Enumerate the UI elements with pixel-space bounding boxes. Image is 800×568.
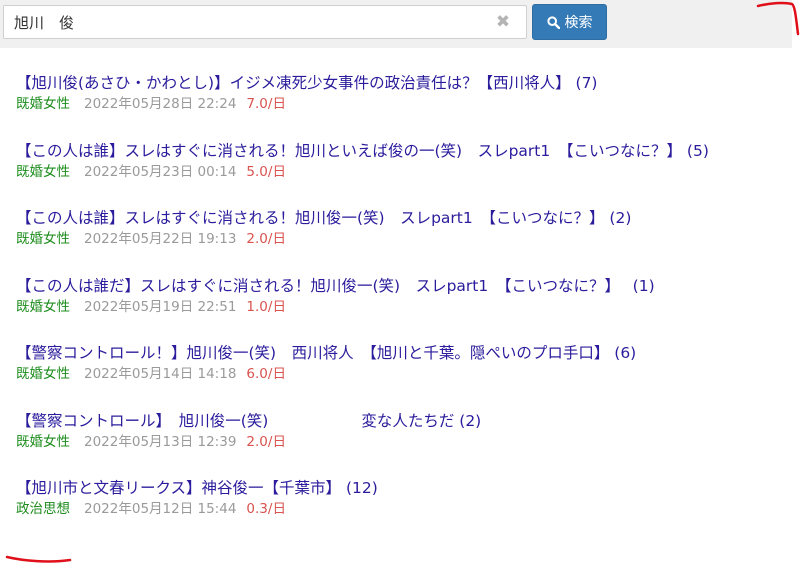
post-rate: 1.0/日 [246, 298, 286, 315]
post-date: 2022年05月28日 22:24 [84, 96, 237, 112]
result-meta: 既婚女性 2022年05月23日 00:14 5.0/日 [16, 162, 786, 182]
result-title-link[interactable]: 【警察コントロール】 旭川俊一(笑) 変な人たちだ (2) [16, 410, 786, 432]
list-item: 【この人は誰】スレはすぐに消される！旭川といえば俊の一(笑) スレpart1 【… [16, 140, 786, 208]
search-box: ✖ [3, 5, 527, 39]
post-date: 2022年05月23日 00:14 [84, 163, 237, 180]
post-date: 2022年05月14日 14:18 [84, 366, 237, 382]
hand-drawn-mark-top [756, 1, 800, 36]
post-rate: 0.3/日 [246, 501, 286, 517]
list-item: 【警察コントロール】 旭川俊一(笑) 変な人たちだ (2) 既婚女性 2022年0… [16, 410, 786, 478]
post-date: 2022年05月13日 12:39 [84, 433, 237, 450]
result-title-link[interactable]: 【警察コントロール！】旭川俊一(笑) 西川将人 【旭川と千葉。隠ぺいのプロ手口】… [16, 342, 786, 364]
magnifier-icon [546, 15, 560, 29]
page: ✖ 検索 【旭川俊(あさひ・かわとし)】イジメ凍死少女事件の政治責任は？【西川将… [0, 0, 800, 568]
post-rate: 2.0/日 [246, 231, 286, 247]
hand-drawn-mark-bottom [5, 555, 72, 563]
post-date: 2022年05月19日 22:51 [84, 298, 237, 315]
list-item: 【警察コントロール！】旭川俊一(笑) 西川将人 【旭川と千葉。隠ぺいのプロ手口】… [16, 342, 786, 410]
category-label[interactable]: 既婚女性 [16, 366, 70, 382]
list-item: 【旭川市と文春リークス】神谷俊一【千葉市】 (12) 政治思想 2022年05月1… [16, 477, 786, 545]
result-title-link[interactable]: 【この人は誰】スレはすぐに消される！旭川といえば俊の一(笑) スレpart1 【… [16, 140, 786, 162]
post-date: 2022年05月22日 19:13 [84, 231, 237, 247]
result-title-link[interactable]: 【この人は誰】スレはすぐに消される！旭川俊一(笑) スレpart1 【こいつなに… [16, 207, 786, 229]
result-list: 【旭川俊(あさひ・かわとし)】イジメ凍死少女事件の政治責任は？【西川将人】 (7… [16, 72, 786, 545]
result-meta: 既婚女性 2022年05月19日 22:51 1.0/日 [16, 297, 786, 317]
close-icon[interactable]: ✖ [494, 13, 512, 31]
result-meta: 政治思想 2022年05月12日 15:44 0.3/日 [16, 499, 786, 519]
post-date: 2022年05月12日 15:44 [84, 501, 237, 517]
result-meta: 既婚女性 2022年05月14日 14:18 6.0/日 [16, 364, 786, 384]
post-rate: 5.0/日 [246, 163, 286, 180]
category-label[interactable]: 既婚女性 [16, 299, 70, 315]
search-button-label: 検索 [564, 15, 593, 31]
post-rate: 2.0/日 [246, 433, 286, 450]
category-label[interactable]: 既婚女性 [16, 164, 70, 180]
result-title-link[interactable]: 【この人は誰だ】スレはすぐに消される！旭川俊一(笑) スレpart1 【こいつな… [16, 275, 786, 297]
list-item: 【旭川俊(あさひ・かわとし)】イジメ凍死少女事件の政治責任は？【西川将人】 (7… [16, 72, 786, 140]
list-item: 【この人は誰だ】スレはすぐに消される！旭川俊一(笑) スレpart1 【こいつな… [16, 275, 786, 343]
search-button[interactable]: 検索 [532, 4, 607, 40]
category-label[interactable]: 政治思想 [16, 501, 70, 517]
category-label[interactable]: 既婚女性 [16, 231, 70, 247]
result-title-link[interactable]: 【旭川俊(あさひ・かわとし)】イジメ凍死少女事件の政治責任は？【西川将人】 (7… [16, 72, 786, 94]
search-bar: ✖ 検索 [0, 0, 792, 48]
result-meta: 既婚女性 2022年05月28日 22:24 7.0/日 [16, 94, 786, 114]
category-label[interactable]: 既婚女性 [16, 434, 70, 450]
post-rate: 7.0/日 [246, 96, 286, 112]
result-meta: 既婚女性 2022年05月13日 12:39 2.0/日 [16, 432, 786, 452]
result-title-link[interactable]: 【旭川市と文春リークス】神谷俊一【千葉市】 (12) [16, 477, 786, 499]
result-meta: 既婚女性 2022年05月22日 19:13 2.0/日 [16, 229, 786, 249]
list-item: 【この人は誰】スレはすぐに消される！旭川俊一(笑) スレpart1 【こいつなに… [16, 207, 786, 275]
post-rate: 6.0/日 [246, 366, 286, 382]
category-label[interactable]: 既婚女性 [16, 96, 70, 112]
search-input[interactable] [14, 6, 484, 38]
